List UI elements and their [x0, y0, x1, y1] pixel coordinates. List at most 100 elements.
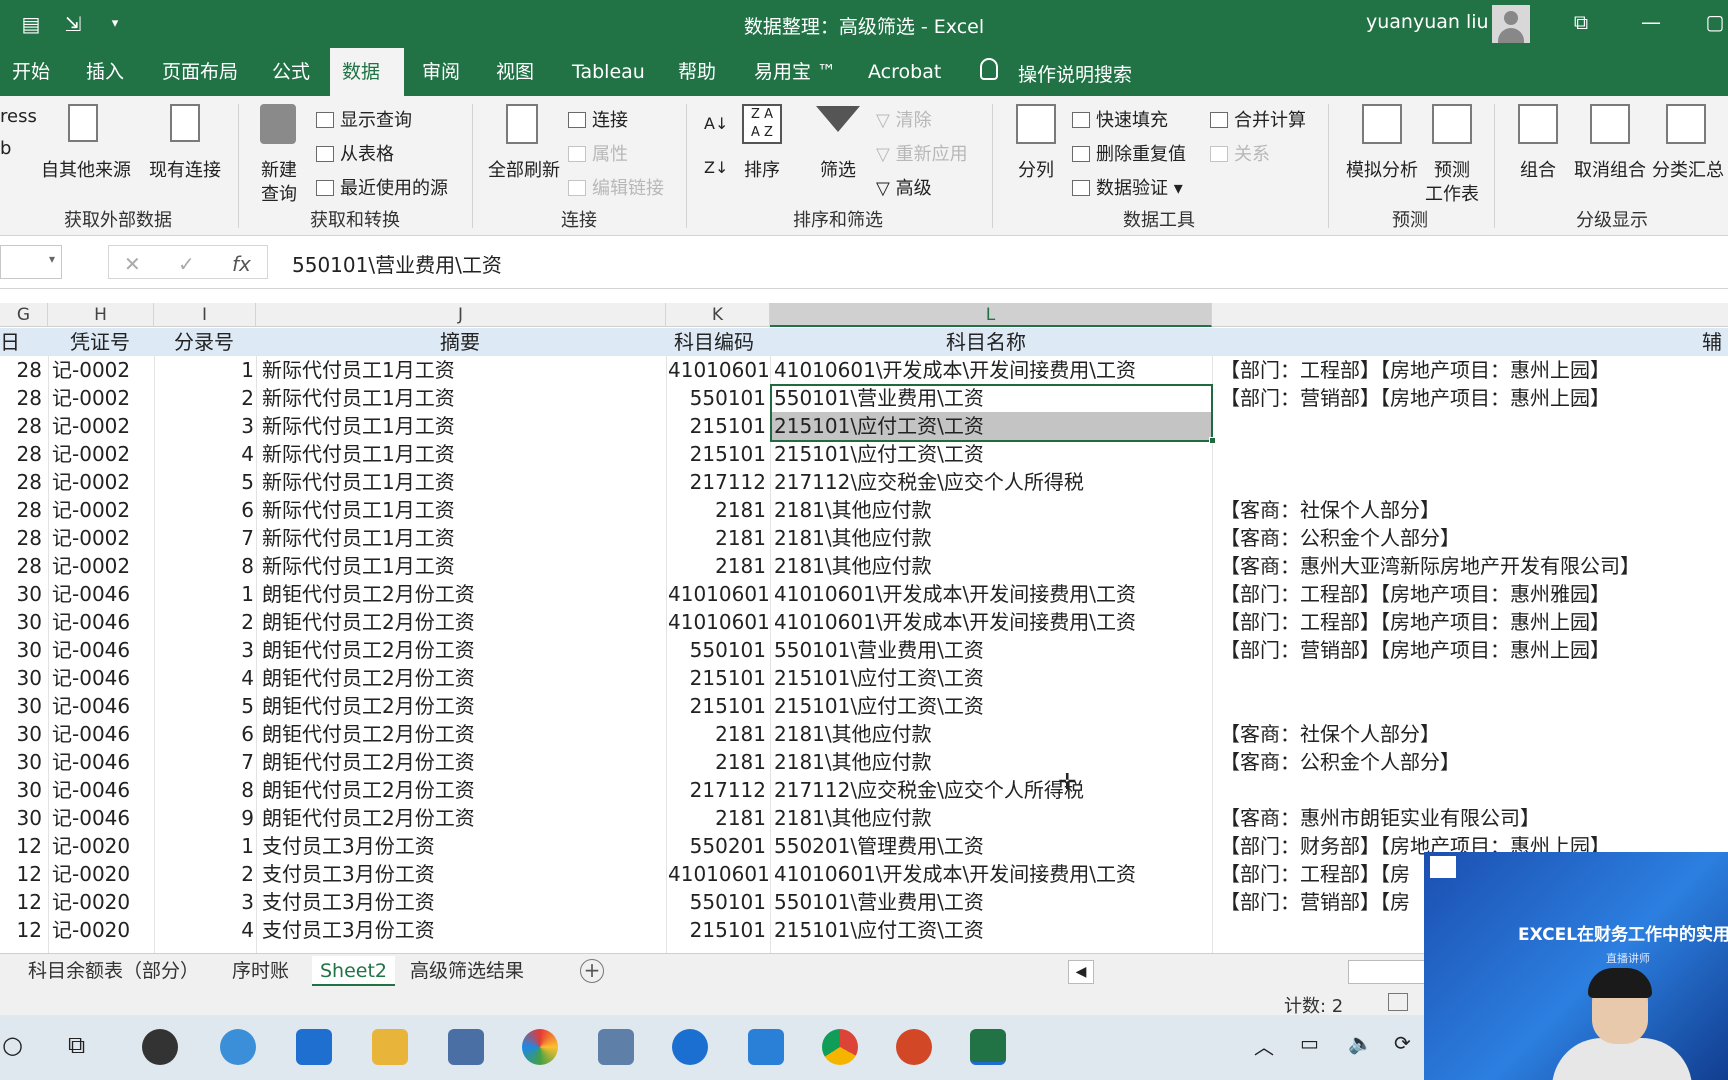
fill-handle[interactable] [1209, 437, 1216, 444]
text-to-columns-button[interactable]: 分列 [1004, 156, 1068, 182]
cell-summary[interactable]: 新际代付员工1月工资 [262, 496, 662, 524]
cell-summary[interactable]: 新际代付员工1月工资 [262, 384, 662, 412]
cell-day[interactable]: 28 [0, 412, 42, 440]
group-button[interactable]: 组合 [1506, 156, 1570, 182]
cell-voucher-no[interactable]: 记-0002 [52, 524, 152, 552]
subtotal-icon[interactable] [1666, 104, 1706, 144]
cell-account-name[interactable]: 550201\管理费用\工资 [774, 832, 1204, 860]
cell-summary[interactable]: 朗钜代付员工2月份工资 [262, 636, 662, 664]
cell-entry-no[interactable]: 4 [156, 440, 254, 468]
cell-day[interactable]: 30 [0, 608, 42, 636]
app-icon[interactable] [748, 1029, 784, 1065]
from-table-button[interactable]: 从表格 [316, 140, 394, 166]
cell-account-name[interactable]: 550101\营业费用\工资 [774, 636, 1204, 664]
cell-auxiliary[interactable]: 【客商：惠州大亚湾新际房地产开发有限公司】 [1220, 552, 1720, 580]
cell-account-name[interactable]: 41010601\开发成本\开发间接费用\工资 [774, 608, 1204, 636]
browser-icon[interactable] [220, 1029, 256, 1065]
cell-account-code[interactable]: 550101 [668, 888, 766, 916]
forecast-sheet-icon[interactable] [1432, 104, 1472, 144]
cell-auxiliary[interactable]: 【客商：社保个人部分】 [1220, 496, 1720, 524]
cell-account-code[interactable]: 2181 [668, 552, 766, 580]
sheet-tab-journal[interactable]: 序时账 [224, 956, 297, 986]
cell-day[interactable]: 30 [0, 664, 42, 692]
cell-entry-no[interactable]: 6 [156, 720, 254, 748]
cell-voucher-no[interactable]: 记-0002 [52, 356, 152, 384]
cell-day[interactable]: 30 [0, 748, 42, 776]
cell-entry-no[interactable]: 7 [156, 524, 254, 552]
new-query-button-line2[interactable]: 查询 [246, 180, 312, 206]
header-account-code[interactable]: 科目编码 [674, 328, 754, 356]
cell-account-code[interactable]: 550201 [668, 832, 766, 860]
header-account-name[interactable]: 科目名称 [946, 328, 1026, 356]
cell-summary[interactable]: 朗钜代付员工2月份工资 [262, 720, 662, 748]
connections-button[interactable]: 连接 [568, 106, 628, 132]
cell-account-code[interactable]: 550101 [668, 384, 766, 412]
excel-icon[interactable] [970, 1029, 1006, 1065]
cell-day[interactable]: 30 [0, 776, 42, 804]
cell-day[interactable]: 28 [0, 384, 42, 412]
tab-data[interactable]: 数据 [330, 48, 404, 96]
header-voucher-no[interactable]: 凭证号 [70, 328, 130, 356]
cell-voucher-no[interactable]: 记-0046 [52, 664, 152, 692]
sort-icon[interactable]: Z AA Z [742, 104, 782, 144]
cell-auxiliary[interactable]: 【客商：公积金个人部分】 [1220, 748, 1720, 776]
cell-summary[interactable]: 朗钜代付员工2月份工资 [262, 664, 662, 692]
what-if-analysis-icon[interactable] [1362, 104, 1402, 144]
cell-account-name[interactable]: 550101\营业费用\工资 [774, 384, 1204, 412]
data-validation-button[interactable]: 数据验证 ▾ [1072, 174, 1183, 200]
tab-acrobat[interactable]: Acrobat [856, 48, 953, 96]
tab-easy-tools[interactable]: 易用宝 ™ [742, 48, 848, 96]
cell-account-code[interactable]: 215101 [668, 692, 766, 720]
cell-auxiliary[interactable] [1220, 468, 1720, 496]
cell-auxiliary[interactable]: 【部门：工程部】【房地产项目：惠州上园】 [1220, 356, 1720, 384]
other-sources-icon[interactable] [68, 104, 98, 142]
cell-day[interactable]: 28 [0, 524, 42, 552]
column-header-l[interactable]: L [770, 303, 1212, 327]
cell-account-code[interactable]: 550101 [668, 636, 766, 664]
cell-day[interactable]: 28 [0, 496, 42, 524]
cell-day[interactable]: 30 [0, 692, 42, 720]
recent-sources-button[interactable]: 最近使用的源 [316, 174, 448, 200]
cell-day[interactable]: 28 [0, 440, 42, 468]
scroll-left-icon[interactable]: ◀ [1068, 960, 1094, 984]
cell-account-name[interactable]: 215101\应付工资\工资 [774, 440, 1204, 468]
volume-icon[interactable]: 🔈 [1348, 1031, 1373, 1055]
powerpoint-icon[interactable] [896, 1029, 932, 1065]
cell-summary[interactable]: 新际代付员工1月工资 [262, 412, 662, 440]
cell-entry-no[interactable]: 3 [156, 412, 254, 440]
cell-account-name[interactable]: 215101\应付工资\工资 [774, 664, 1204, 692]
cell-auxiliary[interactable] [1220, 412, 1720, 440]
cell-auxiliary[interactable]: 【部门：营销部】【房地产项目：惠州上园】 [1220, 636, 1720, 664]
cell-auxiliary[interactable]: 【部门：营销部】【房地产项目：惠州上园】 [1220, 384, 1720, 412]
new-query-button[interactable]: 新建 [246, 156, 312, 182]
cell-entry-no[interactable]: 5 [156, 468, 254, 496]
advanced-filter-button[interactable]: ▽ 高级 [876, 174, 932, 200]
tab-page-layout[interactable]: 页面布局 [150, 48, 250, 96]
filter-button[interactable]: 筛选 [806, 156, 870, 182]
sheet-tab-advanced-filter-result[interactable]: 高级筛选结果 [402, 956, 532, 986]
flash-fill-button[interactable]: 快速填充 [1072, 106, 1168, 132]
cell-day[interactable]: 28 [0, 552, 42, 580]
cell-summary[interactable]: 支付员工3月份工资 [262, 916, 662, 944]
forecast-sheet-button-line2[interactable]: 工作表 [1420, 180, 1484, 206]
cell-voucher-no[interactable]: 记-0020 [52, 832, 152, 860]
column-header-h[interactable]: H [48, 303, 154, 327]
task-view-icon[interactable]: ⧉ [68, 1031, 85, 1059]
refresh-all-icon[interactable] [506, 104, 538, 144]
cell-day[interactable]: 12 [0, 832, 42, 860]
sort-desc-icon[interactable]: Z↓ [704, 158, 728, 177]
cell-entry-no[interactable]: 8 [156, 776, 254, 804]
cell-entry-no[interactable]: 1 [156, 356, 254, 384]
cell-voucher-no[interactable]: 记-0046 [52, 748, 152, 776]
cell-summary[interactable]: 朗钜代付员工2月份工资 [262, 776, 662, 804]
sort-button[interactable]: 排序 [732, 156, 792, 182]
sort-asc-icon[interactable]: A↓ [704, 114, 728, 133]
cell-voucher-no[interactable]: 记-0020 [52, 888, 152, 916]
cell-account-code[interactable]: 41010601 [668, 860, 770, 888]
cell-voucher-no[interactable]: 记-0046 [52, 636, 152, 664]
cell-account-name[interactable]: 2181\其他应付款 [774, 748, 1204, 776]
sync-icon[interactable]: ⟳ [1394, 1031, 1411, 1055]
tab-help[interactable]: 帮助 [666, 48, 728, 96]
app-icon[interactable] [142, 1029, 178, 1065]
photos-icon[interactable] [296, 1029, 332, 1065]
